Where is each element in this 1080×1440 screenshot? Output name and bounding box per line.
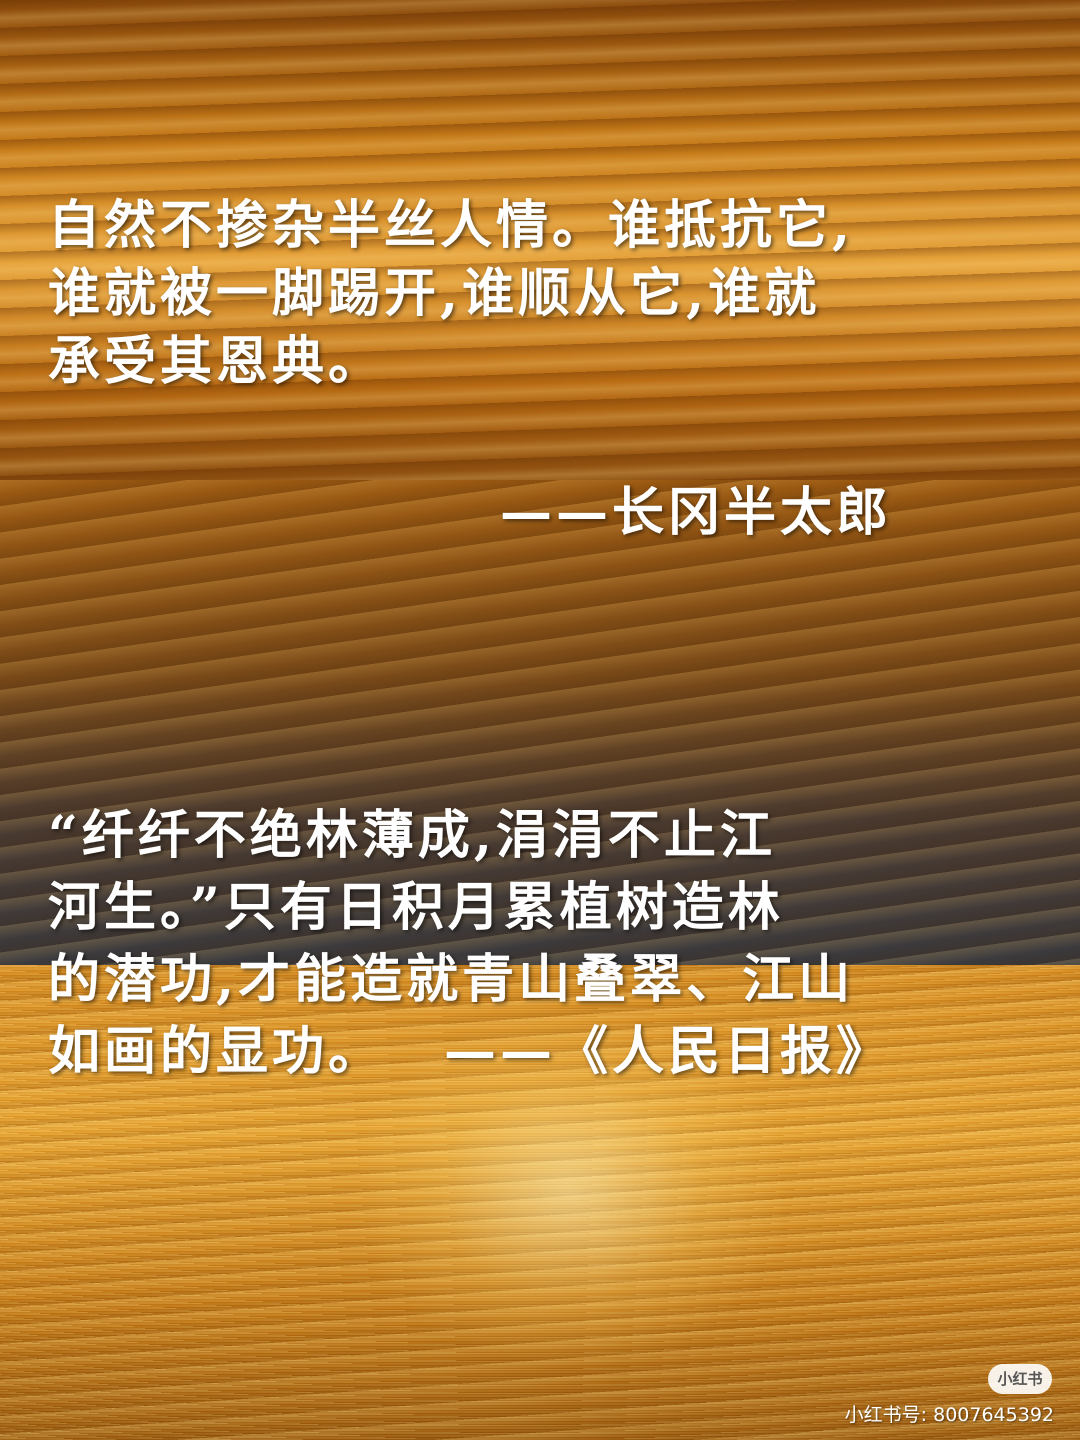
quote-forest-line-2: 河生。”只有日积月累植树造林	[48, 877, 784, 938]
quote-forest-line-4: 如画的显功。 ——《人民日报》	[48, 1016, 892, 1088]
quote-forest-line-3: 的潜功,才能造就青山叠翠、江山	[48, 949, 855, 1010]
quote-nature-line-2: 谁就被一脚踢开,谁顺从它,谁就	[48, 263, 821, 324]
quote-nature-line-1: 自然不掺杂半丝人情。谁抵抗它,	[48, 195, 855, 256]
quote-forest-line-1: “纤纤不绝林薄成,涓涓不止江	[48, 805, 777, 866]
quote-forest-attribution: ——《人民日报》	[444, 1021, 893, 1082]
account-id-watermark: 小红书号: 8007645392	[844, 1404, 1054, 1426]
quote-forest-line-4-text: 如画的显功。	[48, 1021, 385, 1082]
quote-nature: 自然不掺杂半丝人情。谁抵抗它, 谁就被一脚踢开,谁顺从它,谁就 承受其恩典。	[48, 192, 854, 396]
quote-forest: “纤纤不绝林薄成,涓涓不止江 河生。”只有日积月累植树造林 的潜功,才能造就青山…	[48, 800, 892, 1088]
xiaohongshu-logo: 小红书	[988, 1364, 1052, 1394]
quote-nature-attribution: ——长冈半太郎	[500, 482, 893, 543]
quote-nature-line-3: 承受其恩典。	[48, 331, 385, 392]
